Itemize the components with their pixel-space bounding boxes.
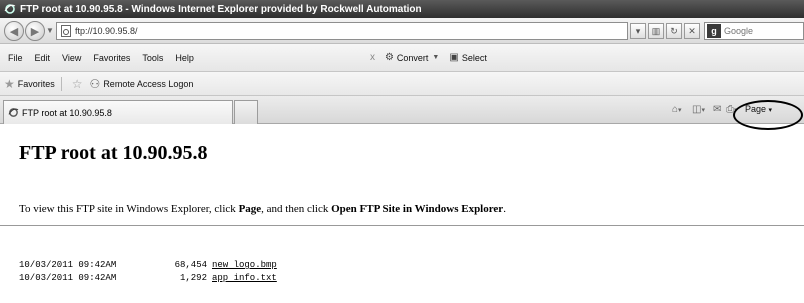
refresh-button[interactable]: ↻ xyxy=(666,23,682,39)
home-button[interactable]: ⌂▾ xyxy=(672,104,682,115)
favorites-star-icon: ★ xyxy=(4,76,15,91)
menu-help[interactable]: Help xyxy=(169,53,200,63)
address-input[interactable] xyxy=(75,26,555,36)
file-date: 10/03/2011 09:42AM xyxy=(19,260,117,270)
tab-bar: FTP root at 10.90.95.8 ⌂▾ ◫▾ ✉ ⎙▾ Page ▾ xyxy=(0,96,804,124)
ie-logo-icon xyxy=(4,4,16,14)
convert-icon: ⚙ xyxy=(384,52,394,63)
intro-text-1: To view this FTP site in Windows Explore… xyxy=(19,203,239,215)
select-label: Select xyxy=(461,52,487,63)
refresh-icon: ↻ xyxy=(670,25,678,36)
forward-arrow-icon: ▶ xyxy=(30,25,40,38)
file-listing: 10/03/2011 09:42AM 68,454 new logo.bmp 10/… xyxy=(19,259,277,285)
select-button[interactable]: ▣ Select xyxy=(449,52,486,63)
search-input[interactable] xyxy=(724,26,802,36)
add-favorite-button[interactable]: ☆ xyxy=(68,77,86,91)
menu-bar: File Edit View Favorites Tools Help x ⚙ … xyxy=(0,44,804,72)
compatibility-icon: ▥ xyxy=(651,25,661,36)
chevron-down-icon: ▾ xyxy=(635,25,641,36)
feeds-button[interactable]: ◫▾ xyxy=(692,104,705,115)
chevron-down-icon: ▼ xyxy=(432,54,440,61)
tab-ftp-root[interactable]: FTP root at 10.90.95.8 xyxy=(3,100,233,124)
remote-access-label: Remote Access Logon xyxy=(103,78,194,89)
close-toolbar-button[interactable]: x xyxy=(370,52,375,63)
menu-tools[interactable]: Tools xyxy=(136,53,169,63)
menu-favorites[interactable]: Favorites xyxy=(87,53,136,63)
stop-icon: ✕ xyxy=(688,25,696,36)
window-title: FTP root at 10.90.95.8 - Windows Interne… xyxy=(20,3,422,15)
intro-text-2: , and then click xyxy=(261,203,332,215)
page-content: FTP root at 10.90.95.8 To view this FTP … xyxy=(0,125,804,303)
search-box[interactable]: g xyxy=(704,22,804,40)
divider xyxy=(60,76,62,91)
page-title: FTP root at 10.90.95.8 xyxy=(19,142,208,164)
recent-pages-dropdown-icon[interactable]: ▼ xyxy=(46,26,54,35)
new-tab-button[interactable] xyxy=(234,100,258,124)
select-icon: ▣ xyxy=(449,52,459,63)
mail-icon: ✉ xyxy=(713,104,722,115)
convert-button[interactable]: ⚙ Convert ▼ xyxy=(385,52,439,63)
compatibility-view-button[interactable]: ▥ xyxy=(648,23,664,39)
back-arrow-icon: ◀ xyxy=(9,25,19,38)
file-size: 1,292 xyxy=(179,273,207,283)
address-dropdown-button[interactable]: ▾ xyxy=(630,23,646,39)
divider-line xyxy=(0,225,804,226)
remote-access-logon-link[interactable]: ⚇ Remote Access Logon xyxy=(86,77,194,91)
favorites-button[interactable]: ★ Favorites xyxy=(0,77,55,91)
tab-title: FTP root at 10.90.95.8 xyxy=(22,107,112,118)
instruction-text: To view this FTP site in Windows Explore… xyxy=(19,203,506,215)
forward-button[interactable]: ▶ xyxy=(25,21,45,41)
address-toolbar: ◀ ▶ ▼ ▾ ▥ ↻ ✕ g xyxy=(0,18,804,44)
ie-tab-icon xyxy=(8,108,19,117)
stop-button[interactable]: ✕ xyxy=(684,23,700,39)
favorites-bar: ★ Favorites ☆ ⚇ Remote Access Logon xyxy=(0,72,804,96)
read-mail-button[interactable]: ✉ xyxy=(713,104,721,115)
back-button[interactable]: ◀ xyxy=(4,21,24,41)
intro-page-bold: Page xyxy=(238,203,262,215)
file-link[interactable]: app info.txt xyxy=(212,273,277,283)
file-size: 68,454 xyxy=(174,260,207,270)
intro-text-3: . xyxy=(503,203,506,215)
convert-label: Convert xyxy=(396,52,429,63)
remote-access-icon: ⚇ xyxy=(89,76,101,91)
list-item: 10/03/2011 09:42AM 1,292 app info.txt xyxy=(19,272,277,285)
google-icon: g xyxy=(707,24,721,38)
file-date: 10/03/2011 09:42AM xyxy=(19,273,117,283)
intro-open-bold: Open FTP Site in Windows Explorer xyxy=(331,203,504,215)
page-icon xyxy=(61,25,71,37)
add-to-favorites-icon: ☆ xyxy=(71,76,83,91)
favorites-label: Favorites xyxy=(17,78,55,89)
menu-view[interactable]: View xyxy=(56,53,87,63)
list-item: 10/03/2011 09:42AM 68,454 new logo.bmp xyxy=(19,259,277,272)
address-bar[interactable] xyxy=(56,22,628,40)
window-title-bar: FTP root at 10.90.95.8 - Windows Interne… xyxy=(0,0,804,18)
file-link[interactable]: new logo.bmp xyxy=(212,260,277,270)
menu-file[interactable]: File xyxy=(0,53,29,63)
menu-edit[interactable]: Edit xyxy=(29,53,57,63)
